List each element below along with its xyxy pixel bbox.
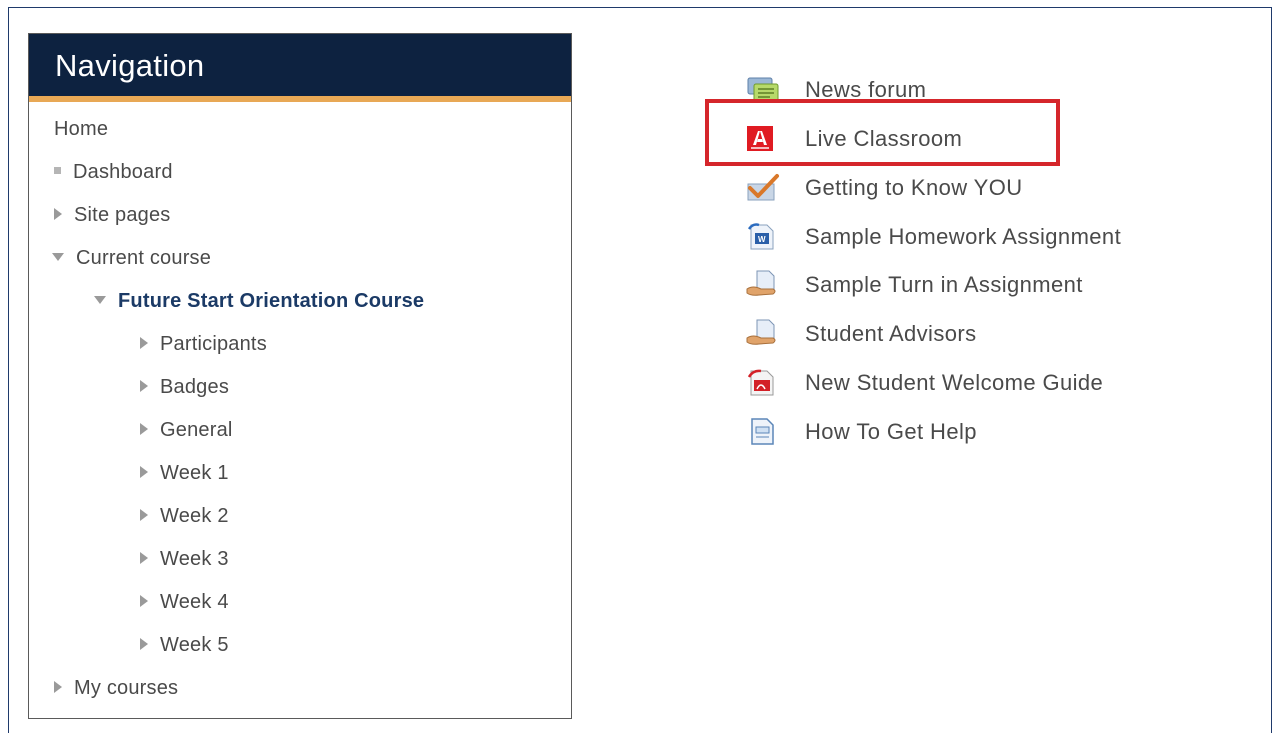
activity-label: New Student Welcome Guide xyxy=(805,370,1104,395)
activity-label: Sample Homework Assignment xyxy=(805,224,1122,249)
chevron-right-icon[interactable] xyxy=(140,465,148,478)
chevron-right-icon[interactable] xyxy=(54,680,62,693)
nav-item-week-3[interactable]: Week 3 xyxy=(140,544,229,574)
activity-student-advisors[interactable]: Student Advisors xyxy=(745,316,977,352)
feedback-check-icon xyxy=(745,172,781,202)
svg-text:W: W xyxy=(758,235,766,244)
navigation-title: Navigation xyxy=(55,48,205,83)
page-icon xyxy=(745,416,781,446)
highlight-box xyxy=(705,99,1060,166)
chevron-right-icon[interactable] xyxy=(140,551,148,564)
chevron-right-icon[interactable] xyxy=(140,336,148,349)
nav-item-home[interactable]: Home xyxy=(54,114,108,144)
activity-label: Getting to Know YOU xyxy=(805,175,1023,200)
chevron-right-icon[interactable] xyxy=(140,637,148,650)
chevron-right-icon[interactable] xyxy=(140,508,148,521)
nav-item-label: Dashboard xyxy=(73,161,173,183)
chevron-right-icon[interactable] xyxy=(140,422,148,435)
nav-item-badges[interactable]: Badges xyxy=(140,372,229,402)
nav-item-label: Week 1 xyxy=(160,462,229,484)
activity-new-student-welcome-guide[interactable]: New Student Welcome Guide xyxy=(745,365,1103,401)
nav-item-label: Week 5 xyxy=(160,634,229,656)
activity-label: How To Get Help xyxy=(805,419,977,444)
nav-item-general[interactable]: General xyxy=(140,415,233,445)
activity-how-to-get-help[interactable]: How To Get Help xyxy=(745,414,977,450)
word-document-icon: W xyxy=(745,221,781,251)
nav-item-label: Site pages xyxy=(74,204,171,226)
nav-item-future-start-orientation-course[interactable]: Future Start Orientation Course xyxy=(94,286,424,316)
nav-item-label: My courses xyxy=(74,677,179,699)
nav-item-week-2[interactable]: Week 2 xyxy=(140,501,229,531)
bullet-square-icon xyxy=(54,167,61,175)
activity-getting-to-know-you[interactable]: Getting to Know YOU xyxy=(745,170,1023,206)
nav-item-label: Home xyxy=(54,118,109,140)
nav-item-week-1[interactable]: Week 1 xyxy=(140,458,229,488)
nav-item-label: Week 3 xyxy=(160,548,229,570)
nav-item-week-4[interactable]: Week 4 xyxy=(140,587,229,617)
nav-item-label: Week 2 xyxy=(160,505,229,527)
activity-sample-turn-in-assignment[interactable]: Sample Turn in Assignment xyxy=(745,267,1083,303)
assignment-hand-icon xyxy=(745,269,781,299)
nav-item-site-pages[interactable]: Site pages xyxy=(54,200,171,230)
activity-sample-homework-assignment[interactable]: W Sample Homework Assignment xyxy=(745,219,1121,255)
nav-item-my-courses[interactable]: My courses xyxy=(54,673,178,703)
nav-item-label: Badges xyxy=(160,376,230,398)
chevron-right-icon[interactable] xyxy=(140,594,148,607)
chevron-down-icon[interactable] xyxy=(52,252,64,261)
nav-item-label: Participants xyxy=(160,333,267,355)
navigation-header: Navigation xyxy=(29,34,571,102)
pdf-icon xyxy=(745,367,781,397)
nav-item-label: General xyxy=(160,419,233,441)
chevron-right-icon[interactable] xyxy=(54,207,62,220)
chevron-down-icon[interactable] xyxy=(94,295,106,304)
assignment-hand-icon xyxy=(745,318,781,348)
activity-label: Student Advisors xyxy=(805,321,977,346)
navigation-block: Navigation xyxy=(28,33,572,719)
chevron-right-icon[interactable] xyxy=(140,379,148,392)
nav-item-current-course[interactable]: Current course xyxy=(52,243,211,273)
nav-item-label: Future Start Orientation Course xyxy=(118,290,425,312)
nav-item-participants[interactable]: Participants xyxy=(140,329,267,359)
nav-item-week-5[interactable]: Week 5 xyxy=(140,630,229,660)
nav-item-label: Current course xyxy=(76,247,212,269)
activity-label: Sample Turn in Assignment xyxy=(805,272,1083,297)
nav-item-label: Week 4 xyxy=(160,591,229,613)
nav-item-dashboard[interactable]: Dashboard xyxy=(54,157,173,187)
